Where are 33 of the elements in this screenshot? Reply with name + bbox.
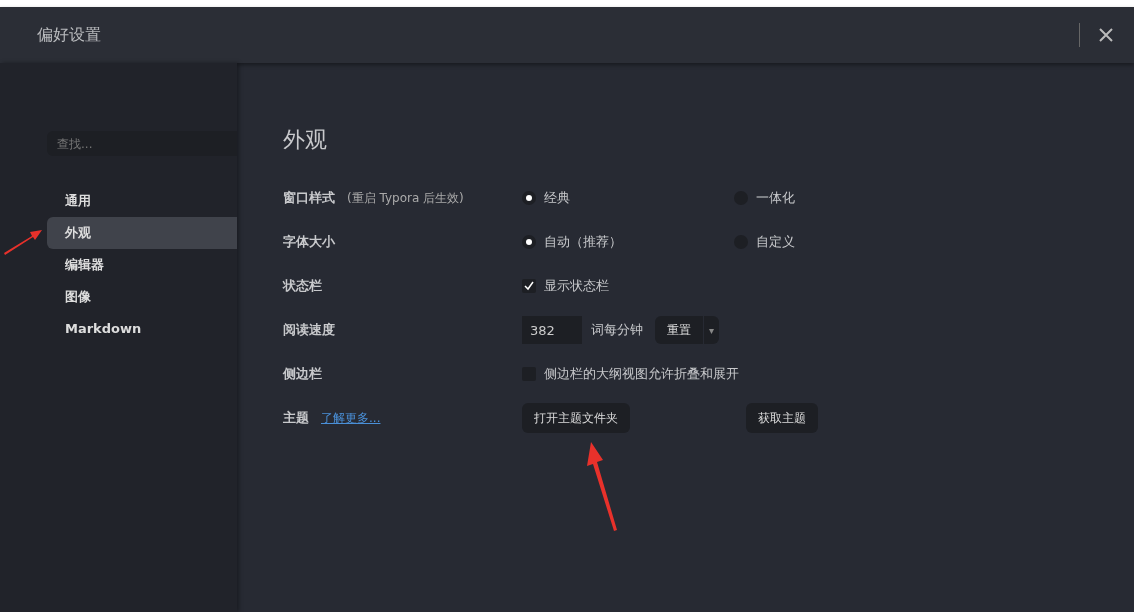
option-label: 自动（推荐） [544, 233, 622, 252]
setting-label: 状态栏 [283, 277, 322, 296]
theme-button[interactable]: 打开主题文件夹 [522, 403, 630, 433]
option-label: 经典 [544, 189, 570, 208]
setting-label: 侧边栏 [283, 365, 322, 384]
option-label: 侧边栏的大纲视图允许折叠和展开 [544, 365, 739, 384]
sidebar-item[interactable]: 外观 [47, 217, 237, 249]
radio-button[interactable] [522, 191, 536, 205]
setting-label: 阅读速度 [283, 321, 335, 340]
theme-button[interactable]: 获取主题 [746, 403, 818, 433]
close-icon [1098, 27, 1114, 43]
option-label: 显示状态栏 [544, 277, 609, 296]
unit-label: 词每分钟 [591, 321, 643, 340]
sidebar-item[interactable]: 图像 [47, 281, 237, 313]
close-button[interactable] [1098, 27, 1114, 43]
section-title: 外观 [283, 126, 328, 154]
setting-label: 字体大小 [283, 233, 335, 252]
dropdown-button[interactable]: ▾ [704, 316, 720, 344]
setting-label: 主题 [283, 409, 309, 428]
setting-label: 窗口样式 [283, 189, 335, 208]
window-title: 偏好设置 [37, 24, 102, 46]
setting-note: (重启 Typora 后生效) [347, 190, 464, 207]
option-label: 一体化 [756, 189, 795, 208]
checkbox[interactable] [522, 279, 536, 293]
radio-button[interactable] [522, 235, 536, 249]
option-label: 自定义 [756, 233, 795, 252]
search-field[interactable]: 查找... [47, 131, 237, 156]
reset-button[interactable]: 重置 [655, 316, 703, 344]
sidebar-item[interactable]: Markdown [47, 313, 237, 345]
number-field[interactable]: 382 [522, 316, 582, 344]
sidebar-item[interactable]: 编辑器 [47, 249, 237, 281]
sidebar-item[interactable]: 通用 [47, 185, 237, 217]
learn-more-link[interactable]: 了解更多... [321, 409, 381, 427]
